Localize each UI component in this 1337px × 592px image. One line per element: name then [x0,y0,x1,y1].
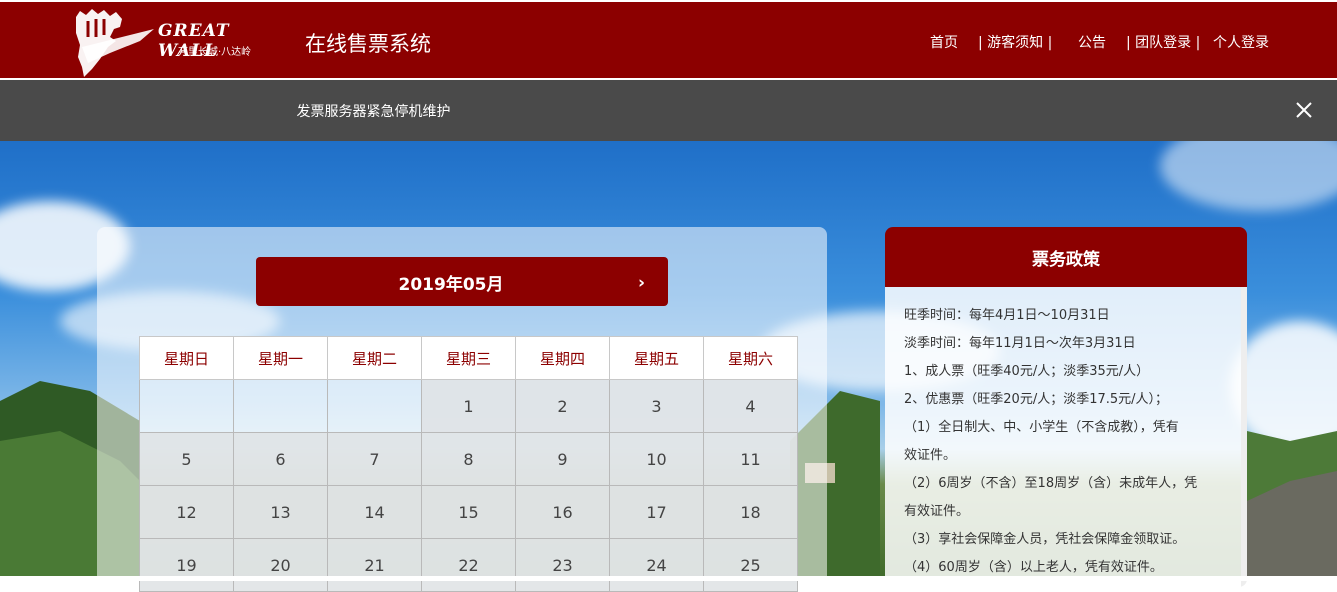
policy-content[interactable]: 旺季时间：每年4月1日～10月31日 淡季时间：每年11月1日～次年3月31日 … [885,287,1241,587]
policy-line: 1、成人票（旺季40元/人；淡季35元/人） [904,364,1150,379]
empty-day-cell [139,379,234,433]
close-icon[interactable] [1294,100,1314,120]
policy-line: 2、优惠票（旺季20元/人；淡季17.5元/人）； [904,392,1169,407]
next-month-button[interactable]: › [638,273,645,293]
day-cell[interactable]: 6 [233,432,328,486]
bottom-border [0,576,1337,581]
month-selector: 2019年05月 › [256,257,668,306]
great-wall-logo-icon [76,9,154,77]
policy-line: 旺季时间：每年4月1日～10月31日 [904,308,1110,323]
day-cell[interactable]: 9 [515,432,610,486]
weekday-header-row: 星期日 星期一 星期二 星期三 星期四 星期五 星期六 [139,336,798,380]
day-cell[interactable]: 23 [515,538,610,592]
weekday-sun: 星期日 [139,336,234,380]
calendar-week-row: 12 13 14 15 16 17 18 [139,485,798,539]
policy-line: （4）60周岁（含）以上老人，凭有效证件。 [904,560,1163,575]
day-cell[interactable]: 15 [421,485,516,539]
site-header: GREAT WALL 万里长城·八达岭 在线售票系统 首页 | 游客须知 | 公… [0,2,1337,78]
nav-home[interactable]: 首页 [930,32,958,52]
day-cell[interactable]: 8 [421,432,516,486]
nav-visitor-notice[interactable]: | 游客须知 | [978,32,1052,52]
nav-personal-login[interactable]: 个人登录 [1213,32,1269,52]
weekday-sat: 星期六 [703,336,798,380]
day-cell[interactable]: 24 [609,538,704,592]
day-cell[interactable]: 13 [233,485,328,539]
day-cell[interactable]: 4 [703,379,798,433]
ticket-policy-panel: 票务政策 旺季时间：每年4月1日～10月31日 淡季时间：每年11月1日～次年3… [885,227,1247,587]
day-cell[interactable]: 11 [703,432,798,486]
policy-line: 淡季时间：每年11月1日～次年3月31日 [904,336,1136,351]
day-cell[interactable]: 7 [327,432,422,486]
calendar-week-row: 5 6 7 8 9 10 11 [139,432,798,486]
weekday-fri: 星期五 [609,336,704,380]
day-cell[interactable]: 19 [139,538,234,592]
notice-text: 发票服务器紧急停机维护 [296,104,451,120]
great-wall-logo[interactable]: GREAT WALL 万里长城·八达岭 [70,7,290,77]
calendar-week-row: 1 2 3 4 [139,379,798,433]
current-month: 2019年05月 [398,275,504,295]
policy-line: 有效证件。 [904,504,970,519]
day-cell[interactable]: 3 [609,379,704,433]
logo-chinese-text: 万里长城·八达岭 [178,47,252,58]
weekday-mon: 星期一 [233,336,328,380]
policy-header: 票务政策 [885,227,1247,287]
day-cell[interactable]: 1 [421,379,516,433]
nav-announcement[interactable]: 公告 [1078,32,1106,52]
day-cell[interactable]: 22 [421,538,516,592]
policy-line: （2）6周岁（不含）至18周岁（含）未成年人，凭 [904,476,1198,491]
day-cell[interactable]: 21 [327,538,422,592]
empty-day-cell [233,379,328,433]
empty-day-cell [327,379,422,433]
day-cell[interactable]: 2 [515,379,610,433]
policy-title: 票务政策 [1032,250,1100,270]
day-cell[interactable]: 5 [139,432,234,486]
day-cell[interactable]: 10 [609,432,704,486]
policy-scrollbar[interactable] [1241,287,1247,587]
day-cell[interactable]: 14 [327,485,422,539]
day-cell[interactable]: 18 [703,485,798,539]
site-title: 在线售票系统 [305,32,431,56]
day-cell[interactable]: 25 [703,538,798,592]
weekday-tue: 星期二 [327,336,422,380]
day-cell[interactable]: 17 [609,485,704,539]
day-cell[interactable]: 12 [139,485,234,539]
weekday-thu: 星期四 [515,336,610,380]
policy-line: （3）享社会保障金人员，凭社会保障金领取证。 [904,532,1186,547]
date-calendar: 星期日 星期一 星期二 星期三 星期四 星期五 星期六 1 2 3 4 5 6 … [139,336,798,592]
weekday-wed: 星期三 [421,336,516,380]
nav-team-login[interactable]: | 团队登录 | [1126,32,1200,52]
day-cell[interactable]: 20 [233,538,328,592]
policy-line: 效证件。 [904,448,957,463]
policy-line: （1）全日制大、中、小学生（不含成教），凭有 [904,420,1179,435]
calendar-week-row: 19 20 21 22 23 24 25 [139,538,798,592]
notice-bar: 发票服务器紧急停机维护 [0,80,1337,141]
day-cell[interactable]: 16 [515,485,610,539]
